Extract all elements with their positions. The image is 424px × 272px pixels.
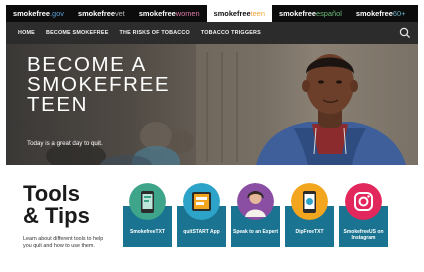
- site-tab-smokefree-60plus[interactable]: smokefree 60+: [349, 5, 413, 22]
- tools-tips-heading: Tools & Tips: [23, 181, 90, 228]
- tile-label: DipFreeTXT: [295, 229, 324, 235]
- site-tab-smokefree-gov[interactable]: smokefree .gov: [6, 5, 71, 22]
- site-tab-smokefree-women[interactable]: smokefree women: [132, 5, 207, 22]
- nav-item-risks-of-tobacco[interactable]: THE RISKS OF TOBACCO: [120, 30, 190, 36]
- site-tab-smokefree-vet[interactable]: smokefree vet: [71, 5, 132, 22]
- tool-tile-speak-to-expert[interactable]: Speak to an Expert: [231, 183, 280, 247]
- instagram-icon: [345, 183, 382, 220]
- nav-item-become-smokefree[interactable]: BECOME SMOKEFREE: [46, 30, 109, 36]
- tile-label: SmokefreeTXT: [129, 229, 165, 235]
- tools-description: Learn about different tools to help you …: [23, 236, 104, 249]
- hero-title: BECOME A SMOKEFREE TEEN: [27, 53, 171, 116]
- site-tab-bar: smokefree .gov smokefree vet smokefree wome…: [6, 5, 418, 22]
- hero-subtitle: Today is a great day to quit.: [27, 140, 103, 147]
- teen-portrait-image: [256, 54, 406, 165]
- tile-label: quitSTART App: [183, 229, 220, 235]
- phone-text-icon: [129, 183, 166, 220]
- tool-tile-instagram[interactable]: SmokefreeUS on Instagram: [339, 183, 388, 247]
- nav-item-tobacco-triggers[interactable]: TOBACCO TRIGGERS: [201, 30, 261, 36]
- nav-item-home[interactable]: HOME: [18, 30, 35, 36]
- main-navigation: HOME BECOME SMOKEFREE THE RISKS OF TOBAC…: [6, 22, 418, 44]
- search-icon[interactable]: [398, 26, 412, 40]
- hero-banner: BECOME A SMOKEFREE TEEN Today is a great…: [6, 44, 418, 165]
- expert-headset-icon: [237, 183, 274, 220]
- phone-message-icon: [291, 183, 328, 220]
- tablet-app-icon: [183, 183, 220, 220]
- tool-tile-quitstart-app[interactable]: quitSTART App: [177, 183, 226, 247]
- site-tab-smokefree-teen[interactable]: smokefree teen: [206, 5, 272, 22]
- tile-label: SmokefreeUS on Instagram: [343, 229, 384, 241]
- tool-tile-dipfreetxt[interactable]: DipFreeTXT: [285, 183, 334, 247]
- tile-label: Speak to an Expert: [233, 229, 279, 235]
- tool-tile-smokefreetxt[interactable]: SmokefreeTXT: [123, 183, 172, 247]
- site-tab-smokefree-espanol[interactable]: smokefree español: [272, 5, 349, 22]
